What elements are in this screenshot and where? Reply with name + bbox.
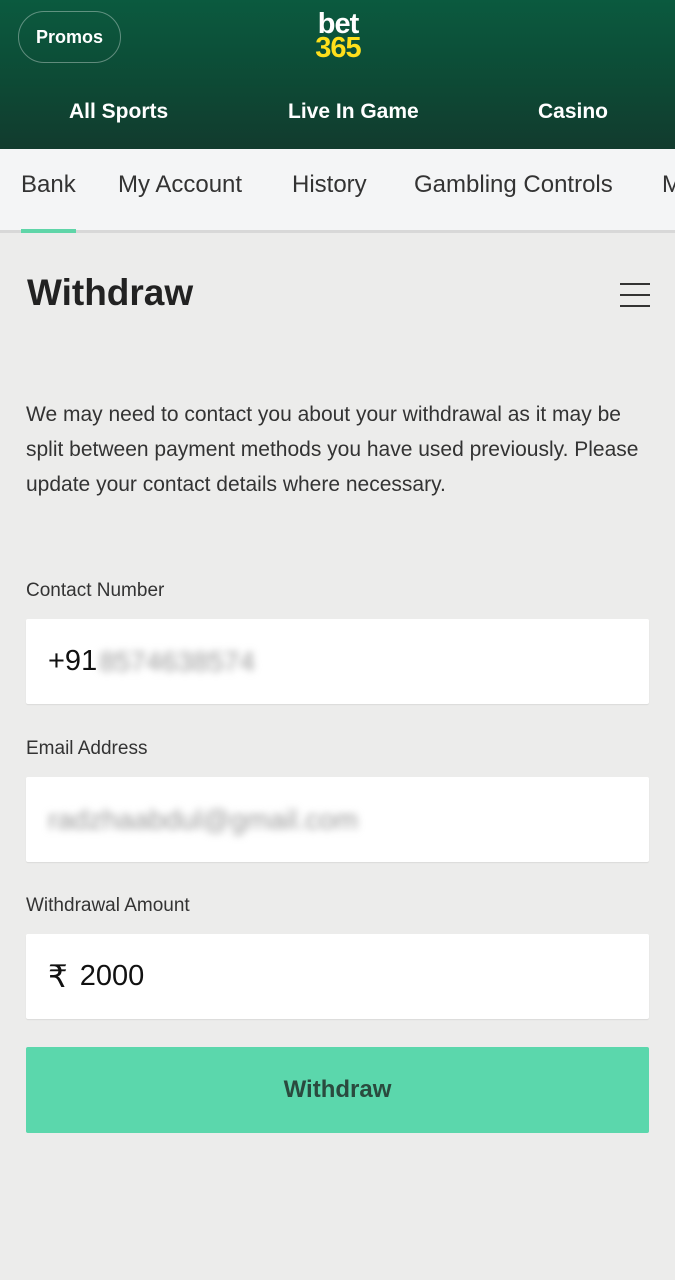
withdrawal-amount-input[interactable] <box>79 960 457 993</box>
withdrawal-amount-field[interactable]: ₹ <box>26 934 649 1019</box>
promos-button[interactable]: Promos <box>18 11 121 63</box>
nav-all-sports[interactable]: All Sports <box>69 100 168 124</box>
rupee-icon: ₹ <box>48 958 68 994</box>
hamburger-menu-icon[interactable] <box>620 281 650 309</box>
email-address-label: Email Address <box>26 738 148 759</box>
contact-number-value: 8574638574 <box>99 645 255 677</box>
tab-bank[interactable]: Bank <box>21 171 76 199</box>
main-nav: All Sports Live In Game Casino <box>0 90 675 138</box>
withdraw-intro-text: We may need to contact you about your wi… <box>26 403 639 496</box>
email-address-value: radzhaabdul@gmail.com <box>48 803 359 835</box>
tab-my-account[interactable]: My Account <box>118 171 242 199</box>
top-header: Promos bet 365 All Sports Live In Game C… <box>0 0 675 149</box>
contact-number-label: Contact Number <box>26 580 165 601</box>
bet365-logo[interactable]: bet 365 <box>300 10 376 64</box>
withdraw-button[interactable]: Withdraw <box>26 1047 649 1133</box>
account-tabs: Bank My Account History Gambling Control… <box>0 149 675 233</box>
tab-more-cutoff[interactable]: M <box>662 171 675 199</box>
nav-live-in-game[interactable]: Live In Game <box>288 100 419 124</box>
logo-line2: 365 <box>315 32 361 64</box>
tab-gambling-controls[interactable]: Gambling Controls <box>414 171 613 199</box>
page-title: Withdraw <box>27 272 194 313</box>
contact-number-field[interactable]: +91 8574638574 <box>26 619 649 704</box>
active-tab-indicator <box>21 229 76 233</box>
withdrawal-amount-label: Withdrawal Amount <box>26 895 190 916</box>
nav-casino[interactable]: Casino <box>538 100 608 124</box>
email-address-field[interactable]: radzhaabdul@gmail.com <box>26 777 649 862</box>
tab-history[interactable]: History <box>292 171 367 199</box>
country-code: +91 <box>48 645 98 677</box>
